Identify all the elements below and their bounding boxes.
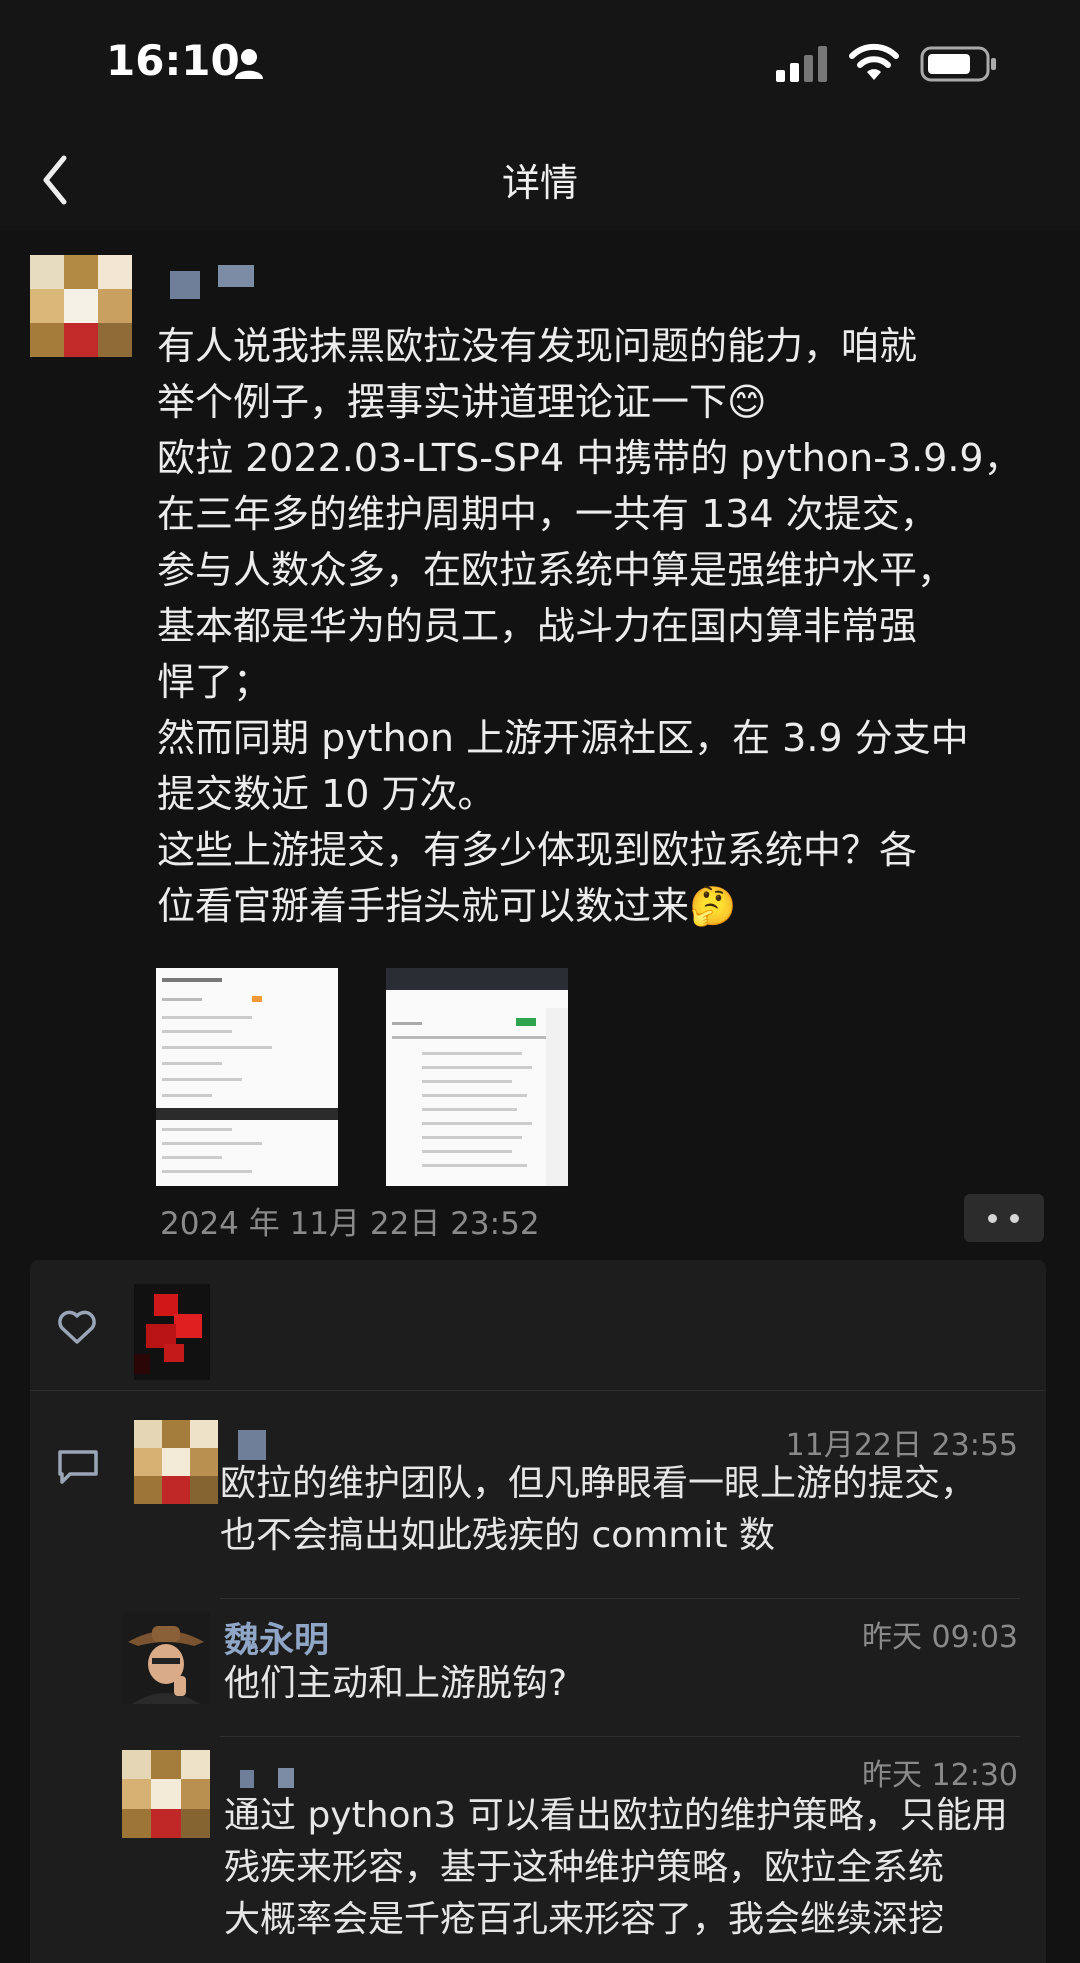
cellular-signal-icon bbox=[776, 46, 827, 82]
liker-avatar[interactable] bbox=[134, 1284, 210, 1380]
divider bbox=[220, 1598, 1020, 1599]
dot-icon bbox=[1010, 1214, 1019, 1223]
nav-bar: 详情 bbox=[0, 130, 1080, 230]
commenter-name-pixelated[interactable] bbox=[230, 1430, 270, 1460]
page-title: 详情 bbox=[501, 161, 578, 205]
commenter-avatar[interactable] bbox=[134, 1420, 218, 1504]
wifi-icon bbox=[849, 43, 899, 80]
post-image-2[interactable] bbox=[386, 968, 568, 1186]
poster-name-pixelated[interactable] bbox=[170, 265, 260, 299]
person-icon bbox=[235, 49, 263, 79]
comment-item: 11月22日 23:55 欧拉的维护团队，但凡睁眼看一眼上游的提交， 也不会搞出… bbox=[30, 1420, 1046, 1556]
comment-text: 欧拉的维护团队，但凡睁眼看一眼上游的提交， 也不会搞出如此残疾的 commit … bbox=[220, 1463, 977, 1556]
comment-item: 魏永明 昨天 09:03 他们主动和上游脱钩? bbox=[30, 1612, 1046, 1732]
comment-time: 昨天 12:30 bbox=[862, 1758, 1018, 1793]
status-time: 16:10 bbox=[106, 36, 240, 85]
comment-item: 昨天 12:30 通过 python3 可以看出欧拉的维护策略，只能用 残疾来形… bbox=[30, 1750, 1046, 1960]
dot-icon bbox=[988, 1214, 997, 1223]
commenter-avatar[interactable] bbox=[122, 1612, 210, 1704]
commenter-name[interactable]: 魏永明 bbox=[224, 1612, 329, 1663]
commenter-name-pixelated[interactable] bbox=[226, 1762, 306, 1788]
post-text: 有人说我抹黑欧拉没有发现问题的能力，咱就 举个例子，摆事实讲道理论证一下😊 欧拉… bbox=[157, 324, 1022, 928]
likes-row bbox=[30, 1260, 1046, 1391]
likes-comments-panel: 11月22日 23:55 欧拉的维护团队，但凡睁眼看一眼上游的提交， 也不会搞出… bbox=[30, 1260, 1046, 1963]
post-image-1[interactable] bbox=[156, 968, 338, 1186]
post-timestamp: 2024 年 11月 22日 23:52 bbox=[160, 1206, 540, 1242]
battery-icon bbox=[920, 46, 996, 82]
comment-time: 昨天 09:03 bbox=[862, 1620, 1018, 1655]
more-options-button[interactable] bbox=[964, 1194, 1044, 1242]
comment-text: 通过 python3 可以看出欧拉的维护策略，只能用 残疾来形容，基于这种维护策… bbox=[224, 1795, 1008, 1940]
divider bbox=[220, 1736, 1020, 1737]
status-bar: 16:10 bbox=[0, 0, 1080, 130]
screenshot-thumbnail-2 bbox=[386, 968, 568, 1186]
poster-avatar[interactable] bbox=[30, 255, 132, 357]
heart-icon bbox=[58, 1310, 96, 1344]
commenter-avatar[interactable] bbox=[122, 1750, 210, 1838]
comment-text: 他们主动和上游脱钩? bbox=[224, 1663, 568, 1704]
screenshot-thumbnail-1 bbox=[156, 968, 338, 1186]
